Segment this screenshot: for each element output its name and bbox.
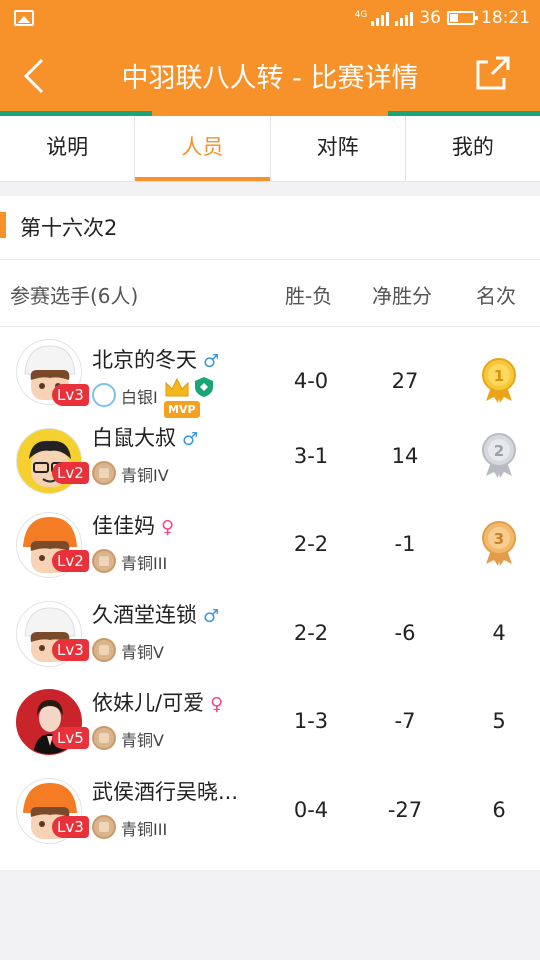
section-header: 第十六次2 bbox=[0, 196, 540, 260]
tab-description[interactable]: 说明 bbox=[0, 116, 136, 181]
level-badge: Lv5 bbox=[52, 727, 89, 750]
tab-mine[interactable]: 我的 bbox=[406, 116, 540, 181]
record-cell: 1-3 bbox=[293, 709, 329, 734]
silver-medal-icon: 2 bbox=[482, 432, 516, 478]
status-bar: 4G 36 18:21 bbox=[0, 0, 540, 36]
player-row[interactable]: Lv2 白鼠大叔 ♂ 青铜IV 3-1 14 2 bbox=[0, 416, 540, 505]
player-row[interactable]: Lv2 佳佳妈 ♀ 青铜III 2-2 -1 3 bbox=[0, 504, 540, 593]
player-row[interactable]: Lv3 北京的冬天 ♂ 白银I MVP 4-0 27 1 bbox=[0, 327, 540, 418]
record-cell: 2-2 bbox=[293, 620, 329, 645]
share-icon[interactable] bbox=[474, 54, 512, 92]
level-badge: Lv2 bbox=[52, 550, 89, 573]
silver-rank-icon bbox=[92, 383, 116, 407]
rank-cell: 6 bbox=[492, 797, 506, 822]
player-name: 武侯酒行吴晓... bbox=[92, 779, 239, 804]
male-icon: ♂ bbox=[203, 351, 220, 372]
section-title: 第十六次2 bbox=[20, 216, 118, 240]
female-icon: ♀ bbox=[161, 517, 175, 539]
header-player: 参赛选手(6人) bbox=[10, 284, 139, 308]
bronze-rank-icon bbox=[92, 549, 116, 574]
net-cell: -27 bbox=[387, 797, 423, 822]
net-cell: -7 bbox=[394, 709, 416, 734]
tab-players[interactable]: 人员 bbox=[135, 116, 271, 181]
signal-icon-2 bbox=[395, 10, 414, 26]
player-name: 佳佳妈 ♀ bbox=[92, 514, 175, 539]
net-cell: 14 bbox=[391, 443, 419, 468]
rank-cell: 4 bbox=[492, 620, 506, 645]
level-badge: Lv3 bbox=[52, 815, 89, 838]
signal-text: 36 bbox=[419, 8, 441, 28]
player-row[interactable]: Lv3 久酒堂连锁 ♂ 青铜V 2-2 -6 4 bbox=[0, 593, 540, 682]
network-type: 4G bbox=[354, 10, 368, 20]
signal-icon bbox=[371, 10, 390, 26]
svg-text:1: 1 bbox=[494, 367, 504, 385]
record-cell: 2-2 bbox=[293, 532, 329, 557]
net-cell: -1 bbox=[394, 532, 416, 557]
svg-text:3: 3 bbox=[494, 530, 504, 548]
rank-title: 青铜V bbox=[121, 642, 164, 662]
record-cell: 3-1 bbox=[293, 443, 329, 468]
net-cell: 27 bbox=[391, 369, 419, 393]
header-record: 胜-负 bbox=[285, 284, 333, 308]
section-accent-bar bbox=[0, 212, 6, 238]
male-icon: ♂ bbox=[182, 428, 199, 450]
record-cell: 4-0 bbox=[293, 369, 329, 393]
player-name: 久酒堂连锁 ♂ bbox=[92, 602, 220, 627]
bronze-rank-icon bbox=[92, 460, 116, 485]
female-icon: ♀ bbox=[210, 694, 224, 716]
rank-title: 青铜IV bbox=[121, 465, 169, 485]
battery-icon bbox=[447, 11, 478, 25]
player-name: 北京的冬天 ♂ bbox=[92, 348, 220, 372]
level-badge: Lv3 bbox=[52, 384, 89, 406]
tab-bar: 说明 人员 对阵 我的 bbox=[0, 116, 540, 182]
bronze-medal-icon: 3 bbox=[482, 521, 516, 567]
player-name: 依妹儿/可爱 ♀ bbox=[92, 691, 224, 716]
svg-text:2: 2 bbox=[494, 442, 504, 460]
table-header: 参赛选手(6人) 胜-负 净胜分 名次 bbox=[0, 260, 540, 327]
rank-title: 白银I bbox=[121, 388, 158, 407]
tab-matchups[interactable]: 对阵 bbox=[271, 116, 406, 181]
rank-title: 青铜III bbox=[121, 554, 168, 574]
net-cell: -6 bbox=[394, 620, 416, 645]
gold-medal-icon: 1 bbox=[482, 358, 516, 403]
crown-icon bbox=[165, 377, 189, 397]
player-name: 白鼠大叔 ♂ bbox=[92, 425, 199, 450]
player-row[interactable]: Lv3 武侯酒行吴晓... 青铜III 0-4 -27 6 bbox=[0, 770, 540, 859]
page-title: 中羽联八人转 - 比赛详情 bbox=[121, 63, 419, 94]
photo-icon bbox=[14, 10, 34, 26]
shield-badge-icon bbox=[195, 377, 213, 397]
level-badge: Lv3 bbox=[52, 638, 89, 661]
header-net: 净胜分 bbox=[372, 284, 432, 308]
clock: 18:21 bbox=[481, 8, 530, 28]
title-bar: 中羽联八人转 - 比赛详情 bbox=[0, 36, 540, 116]
players-section: 第十六次2 参赛选手(6人) 胜-负 净胜分 名次 Lv3 北京的冬天 ♂ 白银I… bbox=[0, 196, 540, 870]
bronze-rank-icon bbox=[92, 637, 116, 662]
bronze-rank-icon bbox=[92, 814, 116, 839]
male-icon: ♂ bbox=[203, 605, 220, 627]
record-cell: 0-4 bbox=[293, 797, 329, 822]
header-rank: 名次 bbox=[476, 284, 516, 308]
level-badge: Lv2 bbox=[52, 461, 89, 484]
avatar-glasses bbox=[16, 427, 82, 494]
rank-title: 青铜V bbox=[121, 731, 164, 751]
rank-cell: 5 bbox=[492, 709, 506, 734]
player-row[interactable]: Lv5 依妹儿/可爱 ♀ 青铜V 1-3 -7 5 bbox=[0, 681, 540, 770]
bronze-rank-icon bbox=[92, 726, 116, 751]
rank-title: 青铜III bbox=[121, 819, 168, 839]
